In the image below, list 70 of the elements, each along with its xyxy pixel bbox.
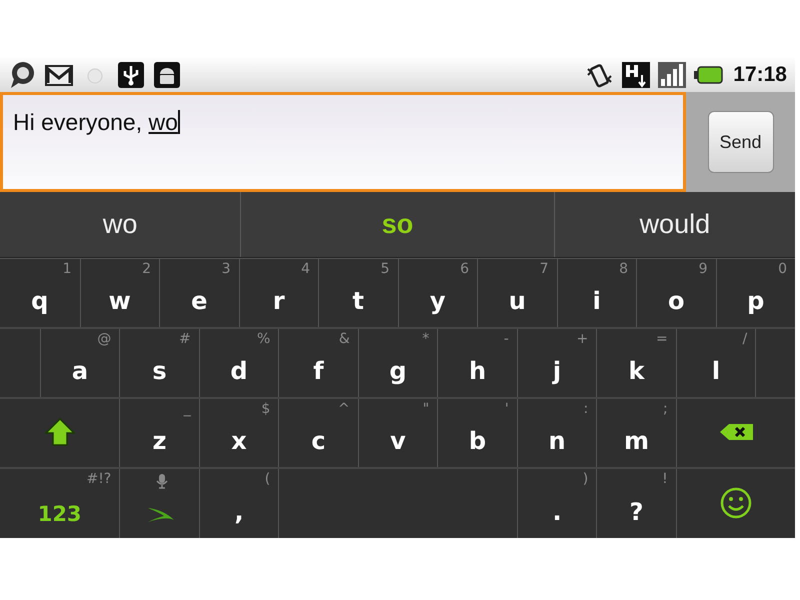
key-hint: 7 (540, 261, 548, 277)
key-label[interactable]: j (552, 357, 562, 385)
key-label[interactable]: z (152, 427, 166, 455)
key-label[interactable]: f (313, 357, 324, 385)
message-field[interactable]: Hi everyone, wo (0, 92, 686, 192)
key-hint: ( (264, 471, 270, 487)
key-hint: 5 (380, 261, 390, 277)
key-label[interactable]: g (389, 357, 407, 385)
key-label[interactable]: w (108, 287, 131, 315)
key-hint: $ (261, 401, 270, 417)
key-hint: # (179, 331, 191, 347)
key-label[interactable]: i (592, 287, 601, 315)
key-hint: 9 (698, 261, 708, 277)
key-label[interactable]: s (152, 357, 167, 385)
key-hint: 3 (222, 261, 230, 277)
key-hint: 6 (460, 261, 469, 277)
key-label[interactable]: y (430, 287, 446, 315)
usb-icon (116, 61, 146, 89)
key-hint: 8 (619, 261, 628, 277)
key-label[interactable]: q (31, 287, 48, 315)
suggestion[interactable]: would (634, 207, 716, 242)
key-hint: = (656, 331, 668, 347)
key-label[interactable]: c (311, 427, 326, 455)
key-label[interactable]: a (72, 357, 88, 385)
key-hint: & (338, 331, 350, 347)
key-label[interactable]: . (552, 498, 562, 526)
key-label[interactable]: e (191, 287, 208, 315)
key-label[interactable]: 123 (38, 502, 82, 526)
network-icon (621, 61, 652, 89)
key-label[interactable]: u (508, 287, 526, 315)
key-label[interactable]: m (624, 427, 649, 455)
signal-icon (657, 61, 688, 89)
key-hint: ^ (338, 401, 350, 417)
key-label[interactable]: , (234, 498, 244, 526)
key-hint: 0 (778, 261, 787, 277)
key-hint: 2 (142, 261, 151, 277)
key-label[interactable]: r (272, 287, 285, 315)
key-hint: #!? (86, 471, 112, 487)
key-hint: / (742, 331, 748, 347)
key-label[interactable]: ? (630, 498, 644, 526)
key-label[interactable]: p (747, 287, 764, 315)
key-label[interactable]: n (548, 427, 566, 455)
clock-time: 17:18 (733, 63, 787, 87)
key-label[interactable]: v (390, 427, 406, 455)
key-hint: ) (582, 471, 588, 487)
key-hint: * (422, 331, 430, 347)
key-label[interactable]: t (352, 287, 364, 315)
key-hint: 1 (62, 261, 72, 277)
key-label[interactable]: d (230, 357, 248, 385)
key-hint: : (584, 401, 588, 417)
key-hint: ; (663, 401, 668, 417)
suggestion[interactable]: so (376, 207, 420, 242)
key-hint: _ (184, 401, 191, 417)
suggestion[interactable]: wo (96, 207, 144, 242)
key-hint: % (256, 331, 270, 347)
key-label[interactable]: l (712, 357, 720, 385)
microphone-icon (154, 473, 169, 489)
key-hint: 4 (301, 261, 310, 277)
key-label[interactable]: x (231, 427, 247, 455)
key-hint: + (576, 331, 588, 347)
key-label[interactable]: o (668, 287, 684, 315)
key-hint: ' (504, 401, 509, 417)
key-label[interactable]: h (468, 357, 486, 385)
key-label[interactable]: k (628, 357, 644, 385)
key-hint: @ (97, 331, 112, 347)
key-hint: " (422, 401, 430, 417)
key-hint: ! (662, 471, 668, 487)
key-hint: - (504, 331, 509, 347)
send-button[interactable]: Send (708, 111, 774, 173)
key-label[interactable]: b (468, 427, 486, 455)
